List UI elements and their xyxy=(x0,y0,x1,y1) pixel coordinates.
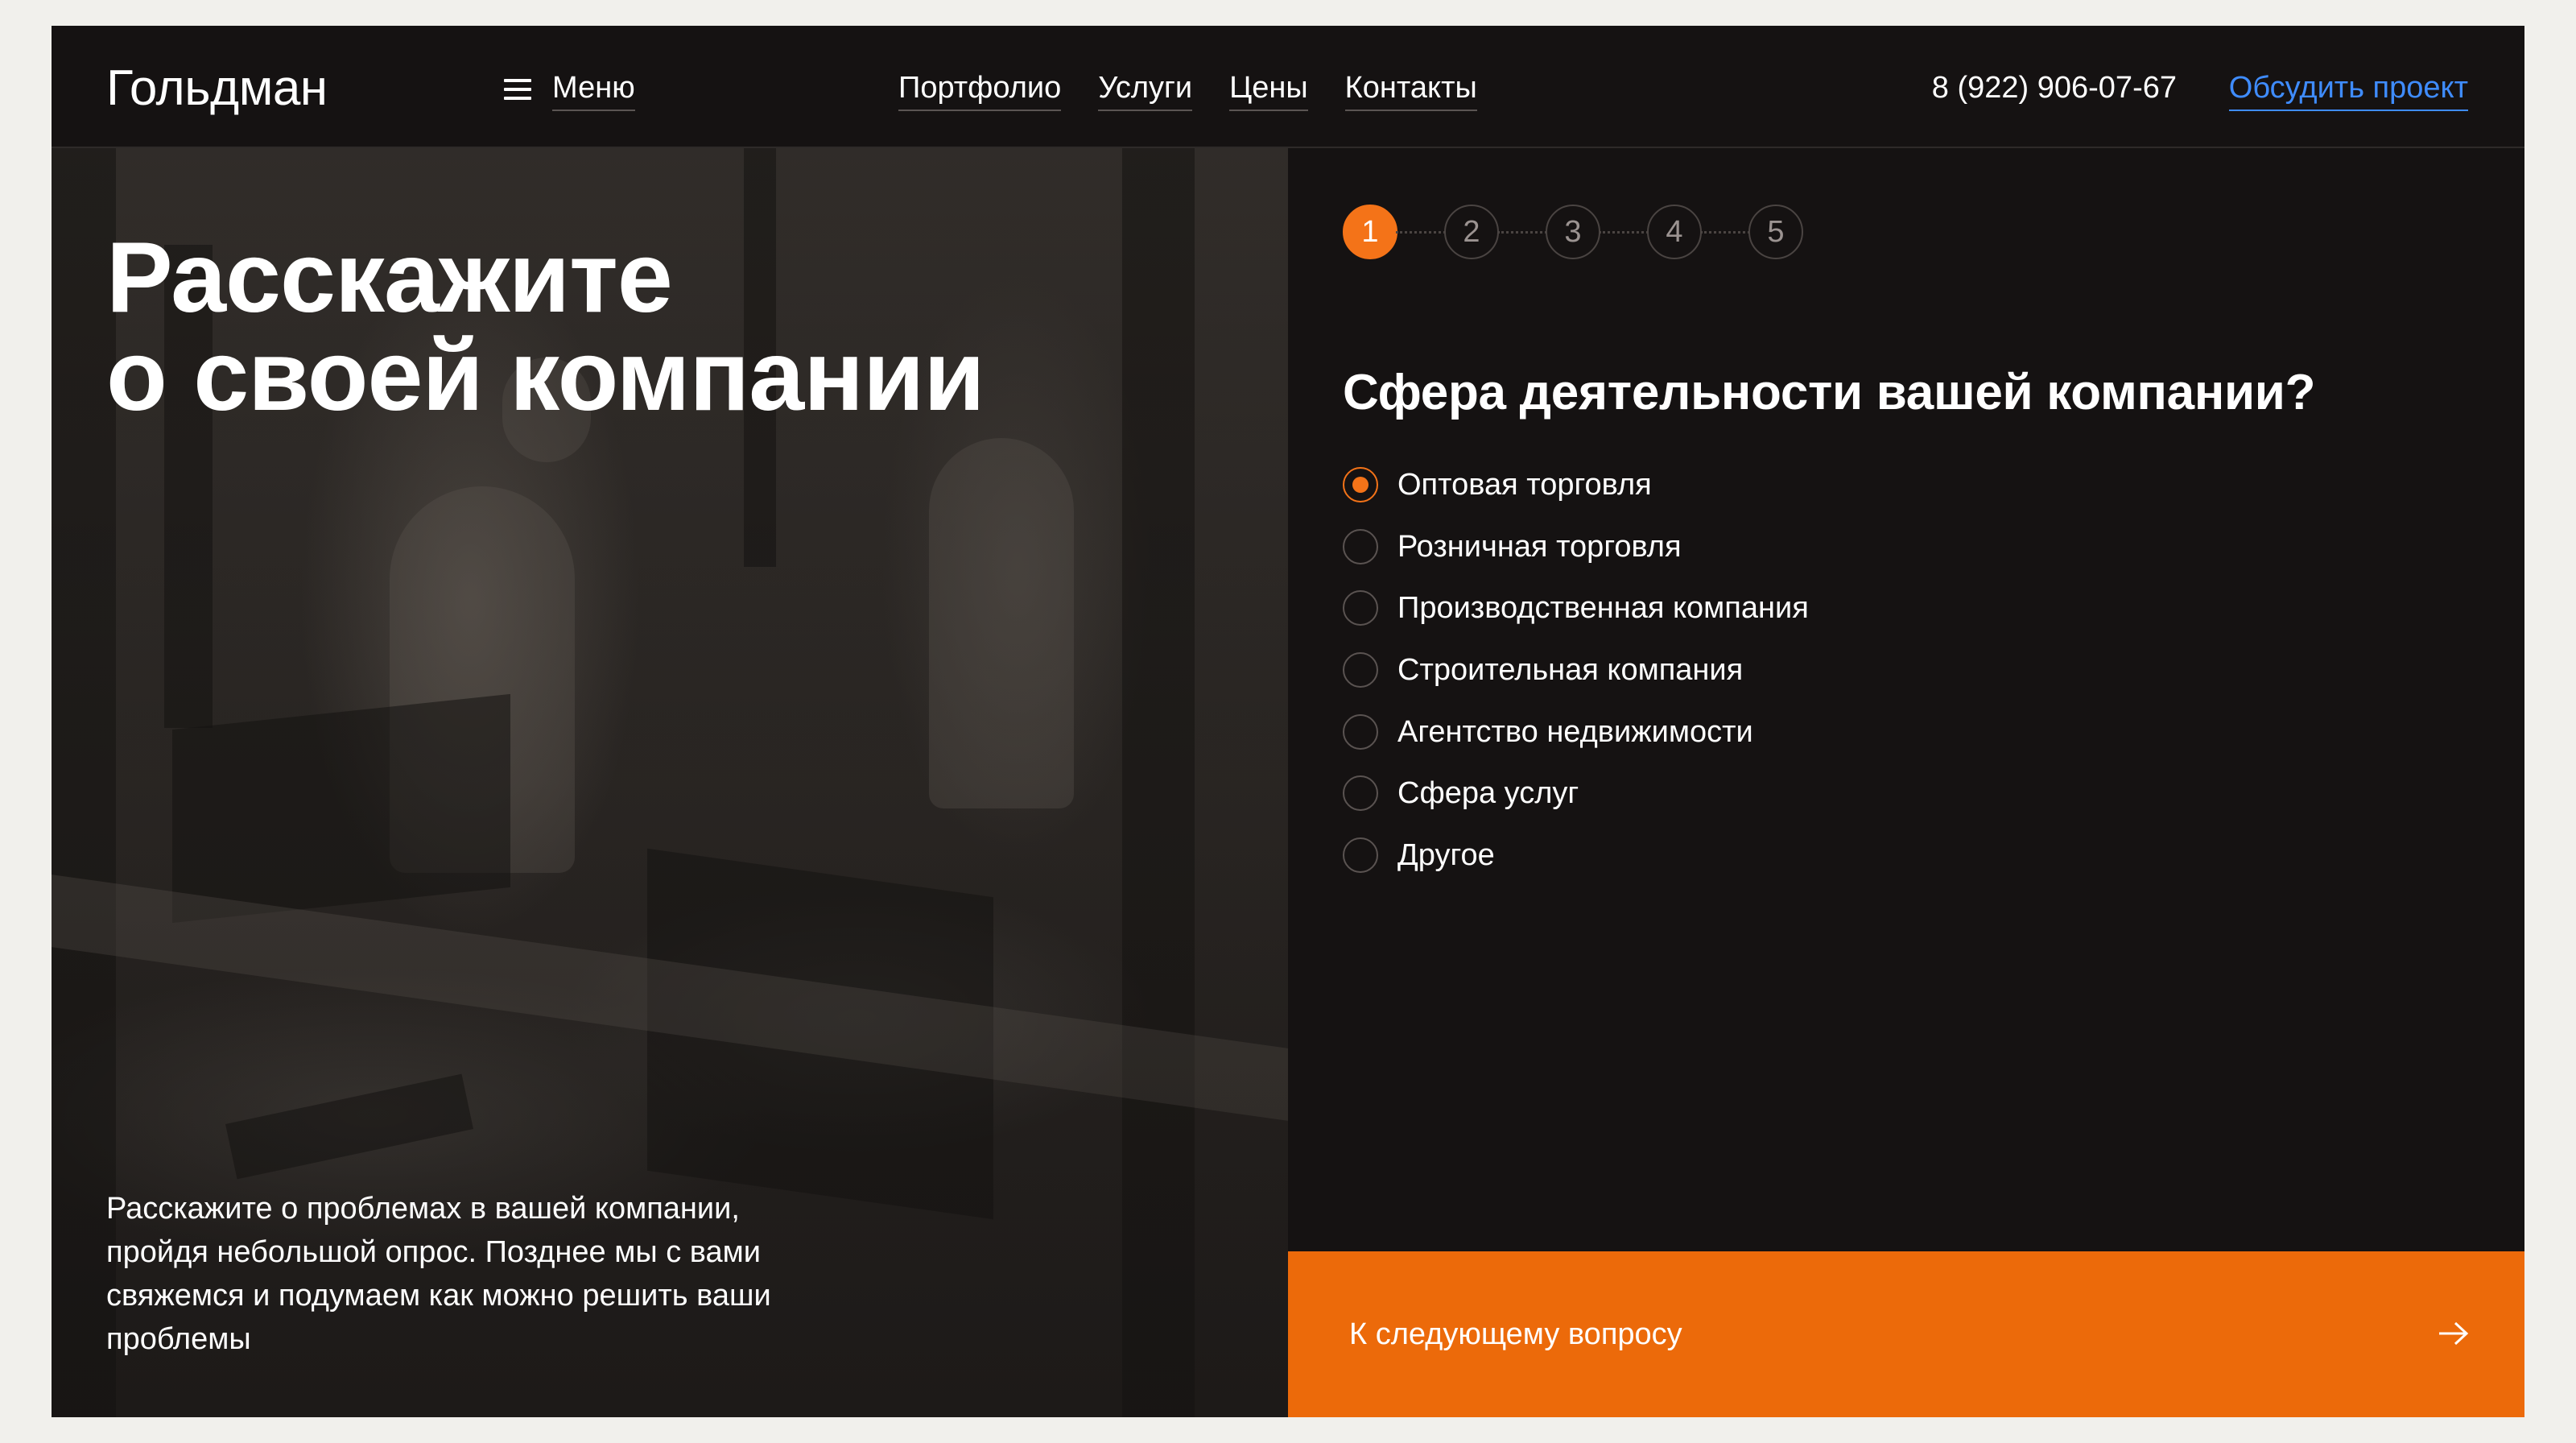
option-retail[interactable]: Розничная торговля xyxy=(1343,516,1809,578)
logo[interactable]: Гольдман xyxy=(106,58,328,119)
hero-title-line-2: о своей компании xyxy=(106,320,985,432)
options-list: Оптовая торговля Розничная торговля Прои… xyxy=(1343,454,1809,886)
next-question-label: К следующему вопросу xyxy=(1349,1317,1682,1351)
step-2[interactable]: 2 xyxy=(1444,205,1499,259)
step-separator xyxy=(1700,230,1750,234)
radio-unchecked[interactable] xyxy=(1343,713,1378,750)
step-1[interactable]: 1 xyxy=(1343,205,1397,259)
option-label: Строительная компания xyxy=(1397,653,1744,688)
radio-unchecked[interactable] xyxy=(1343,652,1378,688)
hero-title: Расскажите о своей компании xyxy=(106,222,985,432)
menu-button[interactable]: Меню xyxy=(504,68,635,111)
radio-checked[interactable] xyxy=(1343,467,1378,503)
option-label: Розничная торговля xyxy=(1397,529,1682,564)
nav-link-prices[interactable]: Цены xyxy=(1229,68,1308,111)
step-separator xyxy=(1497,230,1547,234)
option-label: Агентство недвижимости xyxy=(1397,714,1753,749)
hero-description: Расскажите о проблемах в вашей компании,… xyxy=(106,1192,771,1356)
nav-link-services[interactable]: Услуги xyxy=(1098,68,1193,111)
survey-form: 1 2 3 4 5 Сфера деятельности вашей компа… xyxy=(1288,148,2524,1417)
step-5[interactable]: 5 xyxy=(1748,205,1803,259)
step-separator xyxy=(1396,230,1446,234)
site-header: Гольдман Меню Портфолио Услуги Цены Конт… xyxy=(52,26,2524,148)
option-services[interactable]: Сфера услуг xyxy=(1343,763,1809,825)
option-construction[interactable]: Строительная компания xyxy=(1343,639,1809,701)
next-question-button[interactable]: К следующему вопросу xyxy=(1288,1251,2524,1417)
option-label: Другое xyxy=(1397,837,1495,872)
main-nav: Портфолио Услуги Цены Контакты xyxy=(898,68,1477,111)
radio-unchecked[interactable] xyxy=(1343,528,1378,564)
arrow-right-icon xyxy=(2439,1321,2469,1346)
option-other[interactable]: Другое xyxy=(1343,825,1809,887)
radio-unchecked[interactable] xyxy=(1343,590,1378,626)
option-wholesale[interactable]: Оптовая торговля xyxy=(1343,454,1809,516)
step-separator xyxy=(1599,230,1649,234)
phone-number[interactable]: 8 (922) 906-07-67 xyxy=(1932,68,2177,108)
step-4[interactable]: 4 xyxy=(1647,205,1702,259)
option-label: Оптовая торговля xyxy=(1397,468,1652,502)
option-manufacturing[interactable]: Производственная компания xyxy=(1343,577,1809,639)
option-label: Сфера услуг xyxy=(1397,776,1579,811)
option-real-estate[interactable]: Агентство недвижимости xyxy=(1343,701,1809,763)
nav-link-portfolio[interactable]: Портфолио xyxy=(898,68,1062,111)
step-indicator: 1 2 3 4 5 xyxy=(1343,205,1803,259)
question-title: Сфера деятельности вашей компании? xyxy=(1343,365,2316,420)
hamburger-icon xyxy=(504,79,531,100)
option-label: Производственная компания xyxy=(1397,591,1809,626)
hero-title-line-1: Расскажите xyxy=(106,222,673,333)
page-frame: Гольдман Меню Портфолио Услуги Цены Конт… xyxy=(52,26,2524,1417)
nav-link-contacts[interactable]: Контакты xyxy=(1344,68,1477,111)
menu-label: Меню xyxy=(552,68,635,111)
hero-panel: Расскажите о своей компании Расскажите о… xyxy=(52,148,1288,1417)
radio-unchecked[interactable] xyxy=(1343,837,1378,873)
step-3[interactable]: 3 xyxy=(1546,205,1600,259)
radio-unchecked[interactable] xyxy=(1343,775,1378,812)
discuss-project-link[interactable]: Обсудить проект xyxy=(2228,68,2468,111)
